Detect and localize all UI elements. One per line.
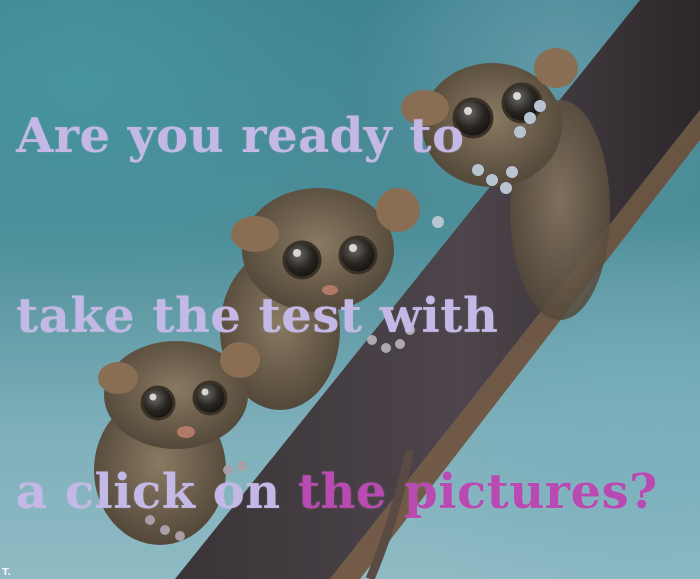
caption-accent-text[interactable]: the pictures? [298, 464, 658, 520]
caption-line-2: take the test with [16, 288, 499, 344]
watermark-logo: T. [2, 567, 12, 578]
caption-line-1: Are you ready to [16, 108, 465, 164]
caption-line-3-text: a click on [16, 464, 298, 520]
caption-line-3: a click on the pictures? [16, 468, 658, 516]
picture-frame[interactable]: Are you ready to take the test with a cl… [0, 0, 700, 579]
